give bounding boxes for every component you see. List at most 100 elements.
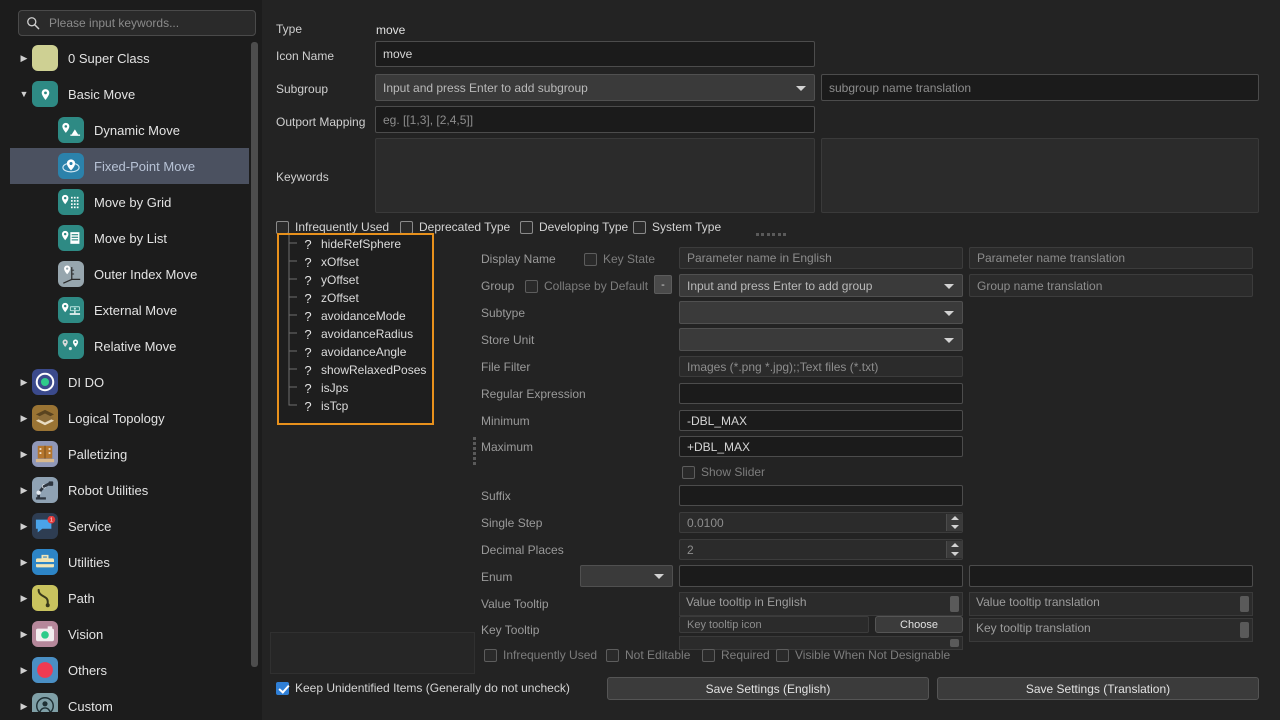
checkbox-box[interactable] <box>525 279 538 293</box>
chevron-right-icon[interactable]: ▶ <box>16 593 32 603</box>
checkbox-show-slider[interactable]: Show Slider <box>682 465 765 479</box>
checkbox-box[interactable] <box>276 681 289 695</box>
suffix-input[interactable] <box>679 485 963 506</box>
sidebar-item-dynamic-move[interactable]: ▶Dynamic Move <box>10 112 249 148</box>
parameter-list-item[interactable]: ? avoidanceRadius <box>279 323 432 343</box>
sidebar-item-external-move[interactable]: ▶External Move <box>10 292 249 328</box>
value-tooltip-translation-textarea[interactable]: Value tooltip translation <box>969 592 1253 616</box>
chevron-right-icon[interactable]: ▶ <box>16 629 32 639</box>
sidebar-item-utilities[interactable]: ▶ Utilities <box>10 544 249 580</box>
chevron-right-icon[interactable]: ▶ <box>16 557 32 567</box>
store-unit-combo[interactable] <box>679 328 963 351</box>
checkbox-required[interactable]: Required <box>702 648 770 662</box>
checkbox-not-editable[interactable]: Not Editable <box>606 648 690 662</box>
checkbox-keep-unidentified-items[interactable]: Keep Unidentified Items (Generally do no… <box>276 681 570 695</box>
keywords-translation-textarea[interactable] <box>821 138 1259 213</box>
sidebar-item-move-by-grid[interactable]: ▶Move by Grid <box>10 184 249 220</box>
single-step-spinbox[interactable]: 0.0100 <box>679 512 963 533</box>
parameter-list-item[interactable]: ? zOffset <box>279 287 432 307</box>
enum-value-input[interactable] <box>679 565 963 587</box>
key-tooltip-translation-textarea[interactable]: Key tooltip translation <box>969 618 1253 642</box>
checkbox-box[interactable] <box>606 648 619 662</box>
parameter-list-item[interactable]: ? xOffset <box>279 251 432 271</box>
checkbox-box[interactable] <box>776 648 789 662</box>
sidebar-item-vision[interactable]: ▶ Vision <box>10 616 249 652</box>
sidebar-scrollbar-thumb[interactable] <box>251 42 258 667</box>
chevron-right-icon[interactable]: ▶ <box>16 485 32 495</box>
checkbox-visible-when-not-designable[interactable]: Visible When Not Designable <box>776 648 950 662</box>
checkbox-box[interactable] <box>276 220 289 234</box>
minimum-input[interactable] <box>679 410 963 431</box>
value-tooltip-textarea[interactable]: Value tooltip in English <box>679 592 963 616</box>
value-tooltip-scrollbar[interactable] <box>950 596 959 612</box>
save-settings-english-button[interactable]: Save Settings (English) <box>607 677 929 700</box>
subgroup-combo[interactable]: Input and press Enter to add subgroup <box>375 74 815 101</box>
parameter-list-item[interactable]: ? hideRefSphere <box>279 235 432 253</box>
horizontal-splitter-handle-top[interactable] <box>756 232 786 236</box>
parameter-list-item[interactable]: ? avoidanceMode <box>279 305 432 325</box>
sidebar-item-move-by-list[interactable]: ▶Move by List <box>10 220 249 256</box>
outport-mapping-input[interactable] <box>375 106 815 133</box>
enum-translation-input[interactable] <box>969 565 1253 587</box>
maximum-input[interactable] <box>679 436 963 457</box>
sidebar-item-custom[interactable]: ▶ Custom <box>10 688 249 712</box>
checkbox-box[interactable] <box>633 220 646 234</box>
group-combo[interactable]: Input and press Enter to add group <box>679 274 963 297</box>
checkbox-collapse-by-default[interactable]: Collapse by Default <box>525 279 648 293</box>
checkbox-box[interactable] <box>520 220 533 234</box>
checkbox-infrequently-used-type[interactable]: Infrequently Used <box>276 220 389 234</box>
sidebar-item-outer-index-move[interactable]: ▶Outer Index Move <box>10 256 249 292</box>
sidebar-item-path[interactable]: ▶ Path <box>10 580 249 616</box>
checkbox-box[interactable] <box>484 648 497 662</box>
sidebar-item-relative-move[interactable]: ▶Relative Move <box>10 328 249 364</box>
sidebar-item-palletizing[interactable]: ▶ Palletizing <box>10 436 249 472</box>
file-filter-input[interactable] <box>679 356 963 377</box>
parameter-list-item[interactable]: ? isTcp <box>279 395 432 415</box>
display-name-input[interactable] <box>679 247 963 269</box>
chevron-right-icon[interactable]: ▶ <box>16 449 32 459</box>
subtype-combo[interactable] <box>679 301 963 324</box>
chevron-right-icon[interactable]: ▶ <box>16 701 32 711</box>
chevron-right-icon[interactable]: ▶ <box>16 521 32 531</box>
checkbox-box[interactable] <box>584 252 597 266</box>
icon-name-input[interactable] <box>375 41 815 67</box>
vertical-splitter-handle-middle[interactable] <box>470 437 478 465</box>
save-settings-translation-button[interactable]: Save Settings (Translation) <box>937 677 1259 700</box>
key-tooltip-translation-scrollbar[interactable] <box>1240 622 1249 638</box>
checkbox-deprecated-type[interactable]: Deprecated Type <box>400 220 510 234</box>
value-tooltip-translation-scrollbar[interactable] <box>1240 596 1249 612</box>
category-tree[interactable]: ▶0 Super Class▼Basic Move▶Dynamic Move▶F… <box>10 40 249 712</box>
search-box[interactable] <box>18 10 256 36</box>
checkbox-infrequently-used-param[interactable]: Infrequently Used <box>484 648 597 662</box>
keywords-textarea[interactable] <box>375 138 815 213</box>
checkbox-box[interactable] <box>400 220 413 234</box>
sidebar-item-robot-utilities[interactable]: ▶ Robot Utilities <box>10 472 249 508</box>
decimal-places-spinner[interactable] <box>946 541 962 558</box>
sidebar-item-fixed-point-move[interactable]: ▶Fixed-Point Move <box>10 148 249 184</box>
decimal-places-spinbox[interactable]: 2 <box>679 539 963 560</box>
sidebar-item-basic-move[interactable]: ▼ Basic Move <box>10 76 249 112</box>
search-input[interactable] <box>47 15 249 31</box>
parameter-list-item[interactable]: ? avoidanceAngle <box>279 341 432 361</box>
chevron-right-icon[interactable]: ▶ <box>16 377 32 387</box>
display-name-translation-input[interactable] <box>969 247 1253 269</box>
single-step-spinner[interactable] <box>946 514 962 531</box>
choose-icon-button[interactable]: Choose <box>875 616 963 633</box>
group-translation-input[interactable] <box>969 274 1253 297</box>
checkbox-key-state[interactable]: Key State <box>584 252 655 266</box>
subgroup-translation-input[interactable] <box>821 74 1259 101</box>
parameter-list[interactable]: ? hideRefSphere? xOffset? yOffset? zOffset? a… <box>277 233 434 425</box>
checkbox-system-type[interactable]: System Type <box>633 220 721 234</box>
chevron-down-icon[interactable]: ▼ <box>16 89 32 99</box>
remove-group-button[interactable]: - <box>654 275 672 294</box>
key-tooltip-scrollbar[interactable] <box>950 639 959 647</box>
sidebar-item-0-super-class[interactable]: ▶ 0 Super Class <box>10 40 249 76</box>
sidebar-item-others[interactable]: ▶ Others <box>10 652 249 688</box>
checkbox-box[interactable] <box>702 648 715 662</box>
chevron-right-icon[interactable]: ▶ <box>16 413 32 423</box>
checkbox-box[interactable] <box>682 465 695 479</box>
checkbox-developing-type[interactable]: Developing Type <box>520 220 628 234</box>
sidebar-item-service[interactable]: ▶ 1 Service <box>10 508 249 544</box>
sidebar-item-di-do[interactable]: ▶ DI DO <box>10 364 249 400</box>
parameter-list-item[interactable]: ? yOffset <box>279 269 432 289</box>
